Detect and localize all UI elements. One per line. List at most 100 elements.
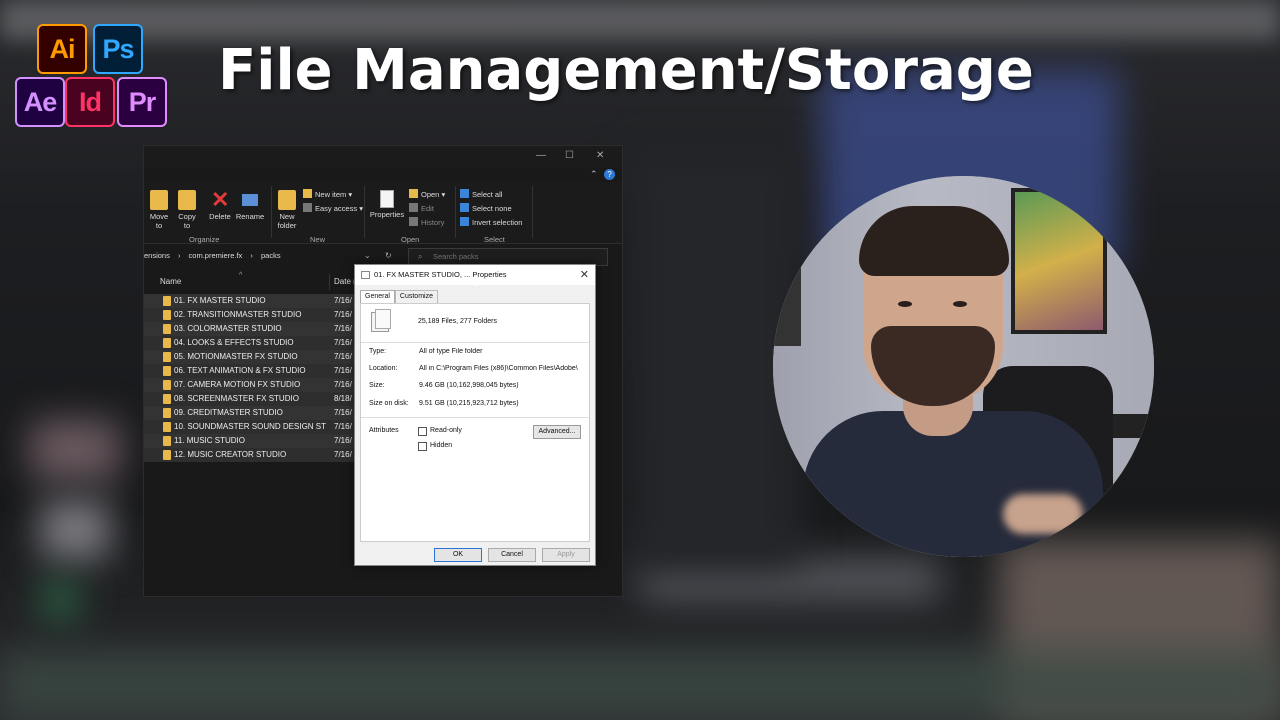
dialog-title: 01. FX MASTER STUDIO, ... Properties [374,270,507,279]
address-dropdown-icon[interactable]: ⌄ [364,251,371,260]
explorer-titlebar: — ☐ ✕ [144,146,622,168]
select-group-label: Select [484,235,505,244]
folder-icon [163,352,171,362]
photoshop-icon: Ps [93,24,143,74]
rename-button[interactable]: Rename [235,190,265,221]
history-button[interactable]: History [409,217,444,227]
premiere-icon: Pr [117,77,167,127]
after-effects-icon: Ae [15,77,65,127]
invert-selection-icon [460,217,469,226]
maximize-button[interactable]: ☐ [565,150,574,161]
size-value: 9.46 GB (10,162,998,045 bytes) [419,382,519,389]
properties-button[interactable]: Properties [369,190,405,219]
select-none-button[interactable]: Select none [460,203,512,213]
name-column-header[interactable]: Name [160,277,181,286]
illustrator-icon: Ai [37,24,87,74]
tab-general[interactable]: General [360,290,395,303]
new-group-label: New [310,235,326,244]
edit-icon [409,203,418,212]
close-button[interactable]: ✕ [596,150,604,161]
organize-group-label: Organize [189,235,220,244]
delete-x-icon: ✕ [211,187,230,212]
new-item-button[interactable]: New item ▾ [303,189,352,199]
move-folder-icon [150,190,168,210]
history-icon [409,217,418,226]
folder-icon [163,408,171,418]
folder-icon [163,380,171,390]
dialog-tabs: General Customize [360,290,438,303]
invert-selection-button[interactable]: Invert selection [460,217,522,227]
easy-access-button[interactable]: Easy access ▾ [303,203,363,213]
apply-button[interactable]: Apply [542,548,590,562]
select-none-icon [460,203,469,212]
rename-icon [242,194,258,206]
list-item[interactable]: 01. FX MASTER STUDIO 7/16/ [144,294,359,308]
help-icon[interactable]: ? [604,169,615,180]
folder-icon [163,450,171,460]
list-item[interactable]: 12. MUSIC CREATOR STUDIO 7/16/ [144,448,359,462]
size-on-disk-value: 9.51 GB (10,215,923,712 bytes) [419,400,519,407]
minimize-button[interactable]: — [536,150,546,161]
cancel-button[interactable]: Cancel [488,548,536,562]
delete-button[interactable]: ✕ Delete [207,187,233,222]
hidden-checkbox[interactable] [418,442,427,451]
ribbon: Move to Copy to ✕ Delete Rename Organize… [144,182,622,244]
type-value: All of type File folder [419,348,483,355]
folder-icon [163,296,171,306]
type-label: Type: [369,348,387,355]
open-button[interactable]: Open ▾ [409,189,445,199]
select-all-icon [460,189,469,198]
general-panel: 25,189 Files, 277 Folders Type: All of t… [360,303,590,542]
close-icon[interactable]: ✕ [580,265,589,285]
list-item[interactable]: 04. LOOKS & EFFECTS STUDIO 7/16/ [144,336,359,350]
open-icon [409,189,418,198]
webcam-feed [773,176,1154,557]
list-item[interactable]: 11. MUSIC STUDIO 7/16/ [144,434,359,448]
edit-button[interactable]: Edit [409,203,434,213]
folder-icon [163,394,171,404]
selection-summary: 25,189 Files, 277 Folders [418,318,497,325]
move-to-button[interactable]: Move to [148,190,170,230]
breadcrumb-segment[interactable]: ensions [144,251,170,260]
hidden-label: Hidden [430,442,453,449]
sort-up-icon: ^ [239,272,243,279]
folder-properties-icon [361,271,370,279]
properties-dialog: 01. FX MASTER STUDIO, ... Properties ✕ G… [354,264,596,566]
list-item[interactable]: 02. TRANSITIONMASTER STUDIO 7/16/ [144,308,359,322]
folder-icon [163,422,171,432]
tab-customize[interactable]: Customize [394,290,438,303]
list-item[interactable]: 07. CAMERA MOTION FX STUDIO 7/16/ [144,378,359,392]
location-label: Location: [369,365,398,372]
location-value: All in C:\Program Files (x86)\Common Fil… [419,365,578,372]
select-all-button[interactable]: Select all [460,189,502,199]
list-item[interactable]: 05. MOTIONMASTER FX STUDIO 7/16/ [144,350,359,364]
list-item[interactable]: 03. COLORMASTER STUDIO 7/16/ [144,322,359,336]
easy-access-icon [303,203,312,212]
copy-folder-icon [178,190,196,210]
readonly-checkbox[interactable] [418,427,427,436]
list-item[interactable]: 09. CREDITMASTER STUDIO 7/16/ [144,406,359,420]
breadcrumb-segment[interactable]: packs [261,251,281,260]
new-folder-button[interactable]: New folder [275,190,299,230]
size-on-disk-label: Size on disk: [369,400,409,407]
readonly-label: Read-only [430,427,462,434]
advanced-button[interactable]: Advanced... [533,425,581,439]
new-item-icon [303,189,312,198]
size-label: Size: [369,382,385,389]
folder-icon [163,324,171,334]
collapse-ribbon-icon[interactable]: ⌃ [590,169,598,180]
refresh-icon[interactable]: ↻ [385,251,392,260]
video-title: File Management/Storage [218,38,1034,103]
indesign-icon: Id [65,77,115,127]
folder-icon [163,338,171,348]
new-folder-icon [278,190,296,210]
list-item[interactable]: 06. TEXT ANIMATION & FX STUDIO 7/16/ [144,364,359,378]
list-item[interactable]: 08. SCREENMASTER FX STUDIO 8/18/ [144,392,359,406]
copy-to-button[interactable]: Copy to [176,190,198,230]
ok-button[interactable]: OK [434,548,482,562]
search-icon: ⌕ [418,252,423,261]
address-bar[interactable]: ensions › com.premiere.fx › packs [144,248,400,264]
breadcrumb-segment[interactable]: com.premiere.fx [189,251,243,260]
folder-icon [163,310,171,320]
list-item[interactable]: 10. SOUNDMASTER SOUND DESIGN STU... 7/16/ [144,420,359,434]
